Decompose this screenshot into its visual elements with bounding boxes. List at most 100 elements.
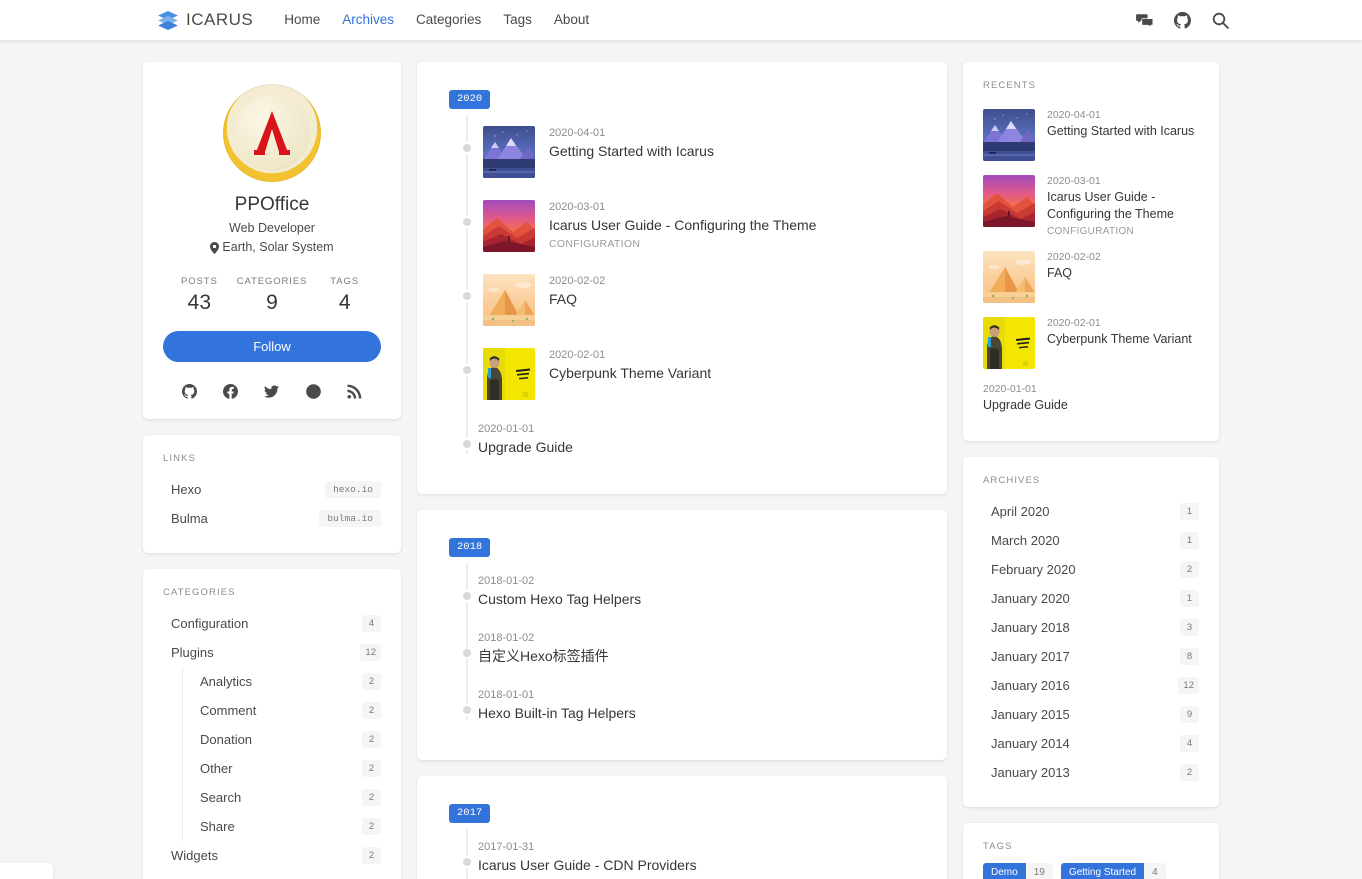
recent-post-item[interactable]: 2020-02-02 FAQ — [983, 244, 1199, 310]
archive-month-item[interactable]: January 20201 — [983, 584, 1199, 613]
archive-month-label: January 2014 — [991, 736, 1070, 751]
recent-title[interactable]: Upgrade Guide — [983, 397, 1068, 414]
category-subitem[interactable]: Other2 — [183, 754, 381, 783]
category-item[interactable]: Configuration4 — [163, 609, 381, 638]
category-item[interactable]: Plugins12 — [163, 638, 381, 667]
archive-month-item[interactable]: April 20201 — [983, 497, 1199, 526]
timeline-post[interactable]: 2018-01-02 自定义Hexo标签插件 — [437, 620, 923, 677]
timeline-post[interactable]: 2020-04-01 Getting Started with Icarus — [437, 115, 923, 189]
facebook-icon[interactable] — [223, 384, 238, 399]
recent-post-item[interactable]: 2020-04-01 Getting Started with Icarus — [983, 102, 1199, 168]
stat-label: TAGS — [308, 276, 381, 287]
tag-chip[interactable]: Demo19 — [983, 863, 1053, 879]
recent-date: 2020-04-01 — [1047, 109, 1194, 121]
recent-post-item[interactable]: 2020-02-01 Cyberpunk Theme Variant — [983, 310, 1199, 376]
timeline-post[interactable]: 2018-01-01 Hexo Built-in Tag Helpers — [437, 677, 923, 734]
archive-month-item[interactable]: January 20178 — [983, 642, 1199, 671]
stat-label: CATEGORIES — [236, 276, 309, 287]
archive-month-item[interactable]: March 20201 — [983, 526, 1199, 555]
post-title[interactable]: Hexo Built-in Tag Helpers — [478, 704, 636, 723]
nav-item-archives[interactable]: Archives — [331, 0, 405, 40]
post-title[interactable]: Icarus User Guide - CDN Providers — [478, 856, 697, 875]
tag-chip[interactable]: Getting Started4 — [1061, 863, 1166, 879]
recent-body: 2020-03-01 Icarus User Guide - Configuri… — [1047, 175, 1199, 237]
timeline-post[interactable]: 2020-03-01 Icarus User Guide - Configuri… — [437, 189, 923, 263]
category-item[interactable]: Widgets2 — [163, 841, 381, 870]
stat-tags[interactable]: TAGS4 — [308, 276, 381, 315]
post-title[interactable]: FAQ — [549, 290, 605, 309]
archive-year-group: 2018 2018-01-02 Custom Hexo Tag Helpers … — [417, 510, 947, 760]
recent-title[interactable]: Cyberpunk Theme Variant — [1047, 331, 1192, 348]
post-thumbnail[interactable] — [483, 200, 535, 252]
recent-thumbnail[interactable] — [983, 175, 1035, 227]
github-icon[interactable] — [182, 384, 197, 399]
recent-post-item[interactable]: 2020-03-01 Icarus User Guide - Configuri… — [983, 168, 1199, 244]
post-category[interactable]: CONFIGURATION — [549, 238, 816, 250]
archive-month-count: 1 — [1180, 532, 1199, 549]
archive-month-label: January 2016 — [991, 678, 1070, 693]
post-thumbnail[interactable] — [483, 348, 535, 400]
archive-month-label: January 2018 — [991, 620, 1070, 635]
post-title[interactable]: Icarus User Guide - Configuring the Them… — [549, 216, 816, 235]
link-item[interactable]: Bulmabulma.io — [163, 504, 381, 533]
github-icon[interactable] — [1174, 12, 1191, 29]
archive-month-item[interactable]: January 20183 — [983, 613, 1199, 642]
recent-thumbnail[interactable] — [983, 109, 1035, 161]
recent-thumbnail[interactable] — [983, 317, 1035, 369]
follow-button[interactable]: Follow — [163, 331, 381, 362]
timeline-post[interactable]: 2020-02-01 Cyberpunk Theme Variant — [437, 337, 923, 411]
post-title[interactable]: Custom Hexo Tag Helpers — [478, 590, 641, 609]
archive-month-item[interactable]: January 201612 — [983, 671, 1199, 700]
nav-item-categories[interactable]: Categories — [405, 0, 492, 40]
post-thumbnail[interactable] — [483, 274, 535, 326]
recent-category[interactable]: CONFIGURATION — [1047, 226, 1199, 237]
dribbble-icon[interactable] — [306, 384, 321, 399]
post-thumbnail[interactable] — [483, 126, 535, 178]
category-subitem[interactable]: Share2 — [183, 812, 381, 841]
category-subcount: 2 — [362, 789, 381, 806]
category-subitem[interactable]: Donation2 — [183, 725, 381, 754]
post-title[interactable]: Getting Started with Icarus — [549, 142, 714, 161]
archive-month-item[interactable]: January 20144 — [983, 729, 1199, 758]
floating-notice-box[interactable]: our — [0, 863, 53, 879]
archive-month-item[interactable]: January 20159 — [983, 700, 1199, 729]
category-subitem[interactable]: Analytics2 — [183, 667, 381, 696]
recent-date: 2020-03-01 — [1047, 175, 1199, 187]
post-title[interactable]: Upgrade Guide — [478, 438, 573, 457]
nav-item-about[interactable]: About — [543, 0, 600, 40]
nav-item-home[interactable]: Home — [273, 0, 331, 40]
thumbnail-cyberpunk — [483, 348, 535, 400]
archive-month-item[interactable]: February 20202 — [983, 555, 1199, 584]
recent-post-item[interactable]: 2020-01-01 Upgrade Guide — [983, 376, 1199, 421]
stat-categories[interactable]: CATEGORIES9 — [236, 276, 309, 315]
recents-widget: RECENTS 2020-04-01 Getting Started with … — [963, 62, 1219, 441]
comments-icon[interactable] — [1136, 12, 1153, 29]
nav-item-tags[interactable]: Tags — [492, 0, 543, 40]
post-body: 2020-03-01 Icarus User Guide - Configuri… — [549, 200, 816, 250]
timeline-post[interactable]: 2020-01-01 Upgrade Guide — [437, 411, 923, 468]
search-icon[interactable] — [1212, 12, 1229, 29]
timeline-post[interactable]: 2017-01-31 Icarus User Guide - CDN Provi… — [437, 829, 923, 879]
archive-month-item[interactable]: January 20132 — [983, 758, 1199, 787]
recent-title[interactable]: Icarus User Guide - Configuring the Them… — [1047, 189, 1199, 223]
timeline-post[interactable]: 2020-02-02 FAQ — [437, 263, 923, 337]
recents-widget-title: RECENTS — [983, 80, 1199, 91]
category-subcount: 2 — [362, 760, 381, 777]
category-subitem[interactable]: Comment2 — [183, 696, 381, 725]
recent-title[interactable]: FAQ — [1047, 265, 1101, 282]
link-item[interactable]: Hexohexo.io — [163, 475, 381, 504]
recent-thumbnail[interactable] — [983, 251, 1035, 303]
rss-icon[interactable] — [347, 384, 362, 399]
twitter-icon[interactable] — [264, 384, 279, 399]
category-sublabel: Share — [200, 819, 235, 834]
recent-title[interactable]: Getting Started with Icarus — [1047, 123, 1194, 140]
timeline-post[interactable]: 2018-01-02 Custom Hexo Tag Helpers — [437, 563, 923, 620]
brand-logo-link[interactable]: ICARUS — [158, 10, 253, 30]
stat-label: POSTS — [163, 276, 236, 287]
tags-widget-title: TAGS — [983, 841, 1199, 852]
category-subitem[interactable]: Search2 — [183, 783, 381, 812]
stat-posts[interactable]: POSTS43 — [163, 276, 236, 315]
timeline-items: 2017-01-31 Icarus User Guide - CDN Provi… — [437, 829, 923, 879]
post-title[interactable]: Cyberpunk Theme Variant — [549, 364, 711, 383]
post-title[interactable]: 自定义Hexo标签插件 — [478, 647, 609, 666]
